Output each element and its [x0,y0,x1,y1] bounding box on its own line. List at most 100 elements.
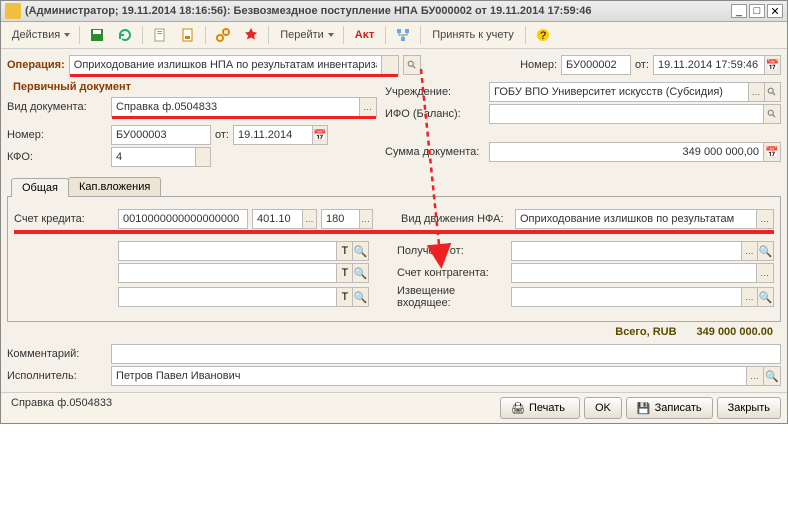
doc-date-field[interactable]: 📅 [653,55,781,75]
credit-code-field[interactable] [118,209,248,229]
t-icon-1[interactable]: T [336,242,352,260]
extra-field-1[interactable]: T🔍 [118,241,369,261]
notice-lookup-icon[interactable]: 🔍 [757,288,773,306]
prim-calendar-icon[interactable]: 📅 [312,126,327,144]
doc-type-more-icon[interactable]: … [359,98,376,116]
counter-more-icon[interactable]: … [756,264,773,282]
extra-input-2[interactable] [119,267,336,279]
comment-input[interactable] [112,348,780,360]
tool-help-icon[interactable]: ? [530,24,556,46]
credit-sub-more-icon[interactable]: … [359,210,372,228]
prim-date-field[interactable]: 📅 [233,125,328,145]
prim-number-label: Номер: [7,129,107,141]
notice-more-icon[interactable]: … [741,288,757,306]
credit-acc-field[interactable]: … [252,209,317,229]
tab-general[interactable]: Общая [11,178,69,197]
received-more-icon[interactable]: … [741,242,757,260]
nfa-input[interactable] [516,213,756,225]
sum-calc-icon[interactable]: 📅 [763,143,780,161]
operation-lookup-icon[interactable] [403,55,421,75]
counter-input[interactable] [512,267,756,279]
credit-acc-more-icon[interactable]: … [302,210,316,228]
credit-sub-field[interactable]: … [321,209,373,229]
nfa-label: Вид движения НФА: [401,213,511,225]
received-field[interactable]: …🔍 [511,241,774,261]
save-button[interactable]: 💾Записать [626,397,713,419]
tool-tree-icon[interactable] [390,24,416,46]
tool-save-icon[interactable] [84,24,110,46]
comment-field[interactable] [111,344,781,364]
calendar-icon[interactable]: 📅 [764,56,780,74]
toolbar: Действия Перейти Аᴋᴛ Принять к учету ? [1,22,787,49]
doc-number-input[interactable] [562,59,630,71]
operation-dropdown-icon[interactable] [381,56,398,74]
operation-input[interactable] [70,59,381,71]
org-field[interactable]: … [489,82,781,102]
tool-link-icon[interactable] [210,24,236,46]
extra-field-3[interactable]: T🔍 [118,287,369,307]
tool-doc2-icon[interactable] [175,24,201,46]
extra-field-2[interactable]: T🔍 [118,263,369,283]
prim-number-input[interactable] [112,129,210,141]
sum-input[interactable] [490,146,763,158]
notice-field[interactable]: …🔍 [511,287,774,307]
ifo-label: ИФО (Баланс): [385,108,485,120]
ifo-lookup-icon[interactable] [763,105,780,123]
ifo-input[interactable] [490,108,763,120]
prim-date-input[interactable] [234,129,312,141]
print-button[interactable]: 🖨Печать [500,397,580,419]
received-input[interactable] [512,245,741,257]
minimize-button[interactable]: _ [731,4,747,18]
doc-type-field[interactable]: … [111,97,377,117]
credit-sub-input[interactable] [322,213,359,225]
actions-label: Действия [12,29,60,41]
executor-field[interactable]: …🔍 [111,366,781,386]
org-input[interactable] [490,86,748,98]
tool-refresh-icon[interactable] [112,24,138,46]
tool-doc1-icon[interactable] [147,24,173,46]
goto-menu[interactable]: Перейти [273,24,339,46]
extra-input-1[interactable] [119,245,336,257]
kfo-dropdown-icon[interactable] [195,148,210,166]
extra1-lookup-icon[interactable]: 🔍 [352,242,368,260]
nfa-more-icon[interactable]: … [756,210,773,228]
org-lookup-icon[interactable] [764,83,780,101]
accept-button[interactable]: Принять к учету [425,24,521,46]
doc-type-input[interactable] [112,101,359,113]
close-button[interactable]: ✕ [767,4,783,18]
extra-input-3[interactable] [119,291,336,303]
ifo-field[interactable] [489,104,781,124]
counter-field[interactable]: … [511,263,774,283]
notice-input[interactable] [512,291,741,303]
tab-capital[interactable]: Кап.вложения [68,177,161,196]
akt-button[interactable]: Аᴋᴛ [348,24,381,46]
credit-acc-input[interactable] [253,213,302,225]
titlebar: (Администратор; 19.11.2014 18:16:56): Бе… [1,1,787,22]
executor-more-icon[interactable]: … [746,367,763,385]
counter-label: Счет контрагента: [397,267,507,279]
received-lookup-icon[interactable]: 🔍 [757,242,773,260]
sum-field[interactable]: 📅 [489,142,781,162]
ok-button[interactable]: OK [584,397,622,419]
actions-menu[interactable]: Действия [5,24,75,46]
t-icon-2[interactable]: T [336,264,352,282]
nfa-field[interactable]: … [515,209,774,229]
extra3-lookup-icon[interactable]: 🔍 [352,288,368,306]
org-more-icon[interactable]: … [748,83,764,101]
maximize-button[interactable]: □ [749,4,765,18]
extra2-lookup-icon[interactable]: 🔍 [352,264,368,282]
doc-number-field[interactable] [561,55,631,75]
credit-code-input[interactable] [119,213,247,225]
from-label: от: [635,59,649,71]
executor-input[interactable] [112,370,746,382]
tool-star-icon[interactable] [238,24,264,46]
operation-field[interactable] [69,55,399,75]
executor-lookup-icon[interactable]: 🔍 [763,367,780,385]
doc-date-input[interactable] [654,59,764,71]
t-icon-3[interactable]: T [336,288,352,306]
prim-number-field[interactable] [111,125,211,145]
kfo-field[interactable] [111,147,211,167]
close-button-bottom[interactable]: Закрыть [717,397,781,419]
number-label: Номер: [520,59,557,71]
kfo-input[interactable] [112,151,195,163]
